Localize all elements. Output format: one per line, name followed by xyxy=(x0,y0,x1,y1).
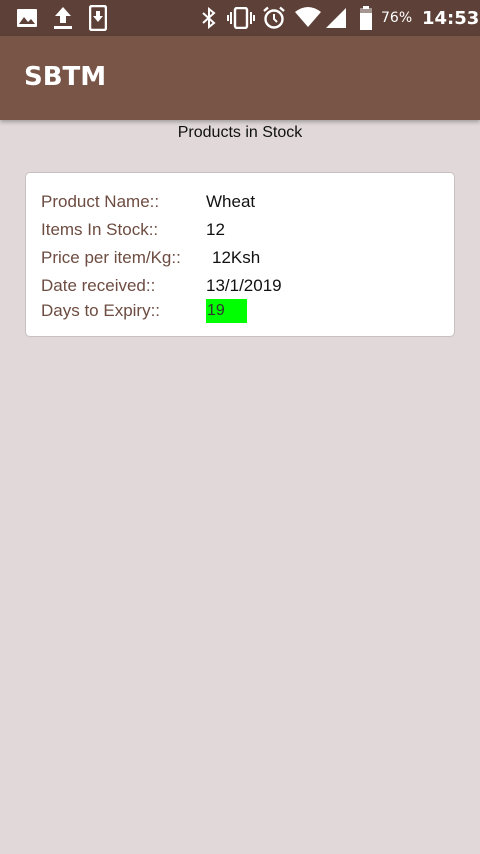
battery-percent: 76% xyxy=(381,10,413,26)
price-label: Price per item/Kg:: xyxy=(41,248,181,267)
upload-icon xyxy=(54,7,72,29)
app-title: SBTM xyxy=(24,62,107,92)
bluetooth-icon xyxy=(202,7,216,29)
items-in-stock-value: 12 xyxy=(206,220,225,239)
items-in-stock-label: Items In Stock:: xyxy=(41,220,159,239)
days-to-expiry-label: Days to Expiry:: xyxy=(41,301,161,320)
alarm-icon xyxy=(263,6,285,29)
download-icon xyxy=(89,5,107,31)
days-to-expiry-value: 19 xyxy=(206,299,247,323)
product-name-value: Wheat xyxy=(206,192,256,211)
price-value: 12Ksh xyxy=(212,248,261,267)
page-heading: Products in Stock xyxy=(177,124,303,141)
signal-icon xyxy=(326,8,346,28)
date-received-value: 13/1/2019 xyxy=(206,276,282,295)
app-bar: SBTM xyxy=(0,36,480,120)
battery-icon xyxy=(360,6,372,30)
wifi-icon xyxy=(295,7,321,27)
date-received-label: Date received:: xyxy=(41,276,156,295)
clock: 14:53 xyxy=(422,8,480,29)
product-name-label: Product Name:: xyxy=(41,192,160,211)
image-icon xyxy=(17,9,37,27)
vibrate-icon xyxy=(227,7,255,29)
status-bar: 76% 14:53 xyxy=(0,0,480,36)
product-card[interactable]: Product Name:: Wheat Items In Stock:: 12… xyxy=(25,172,455,337)
